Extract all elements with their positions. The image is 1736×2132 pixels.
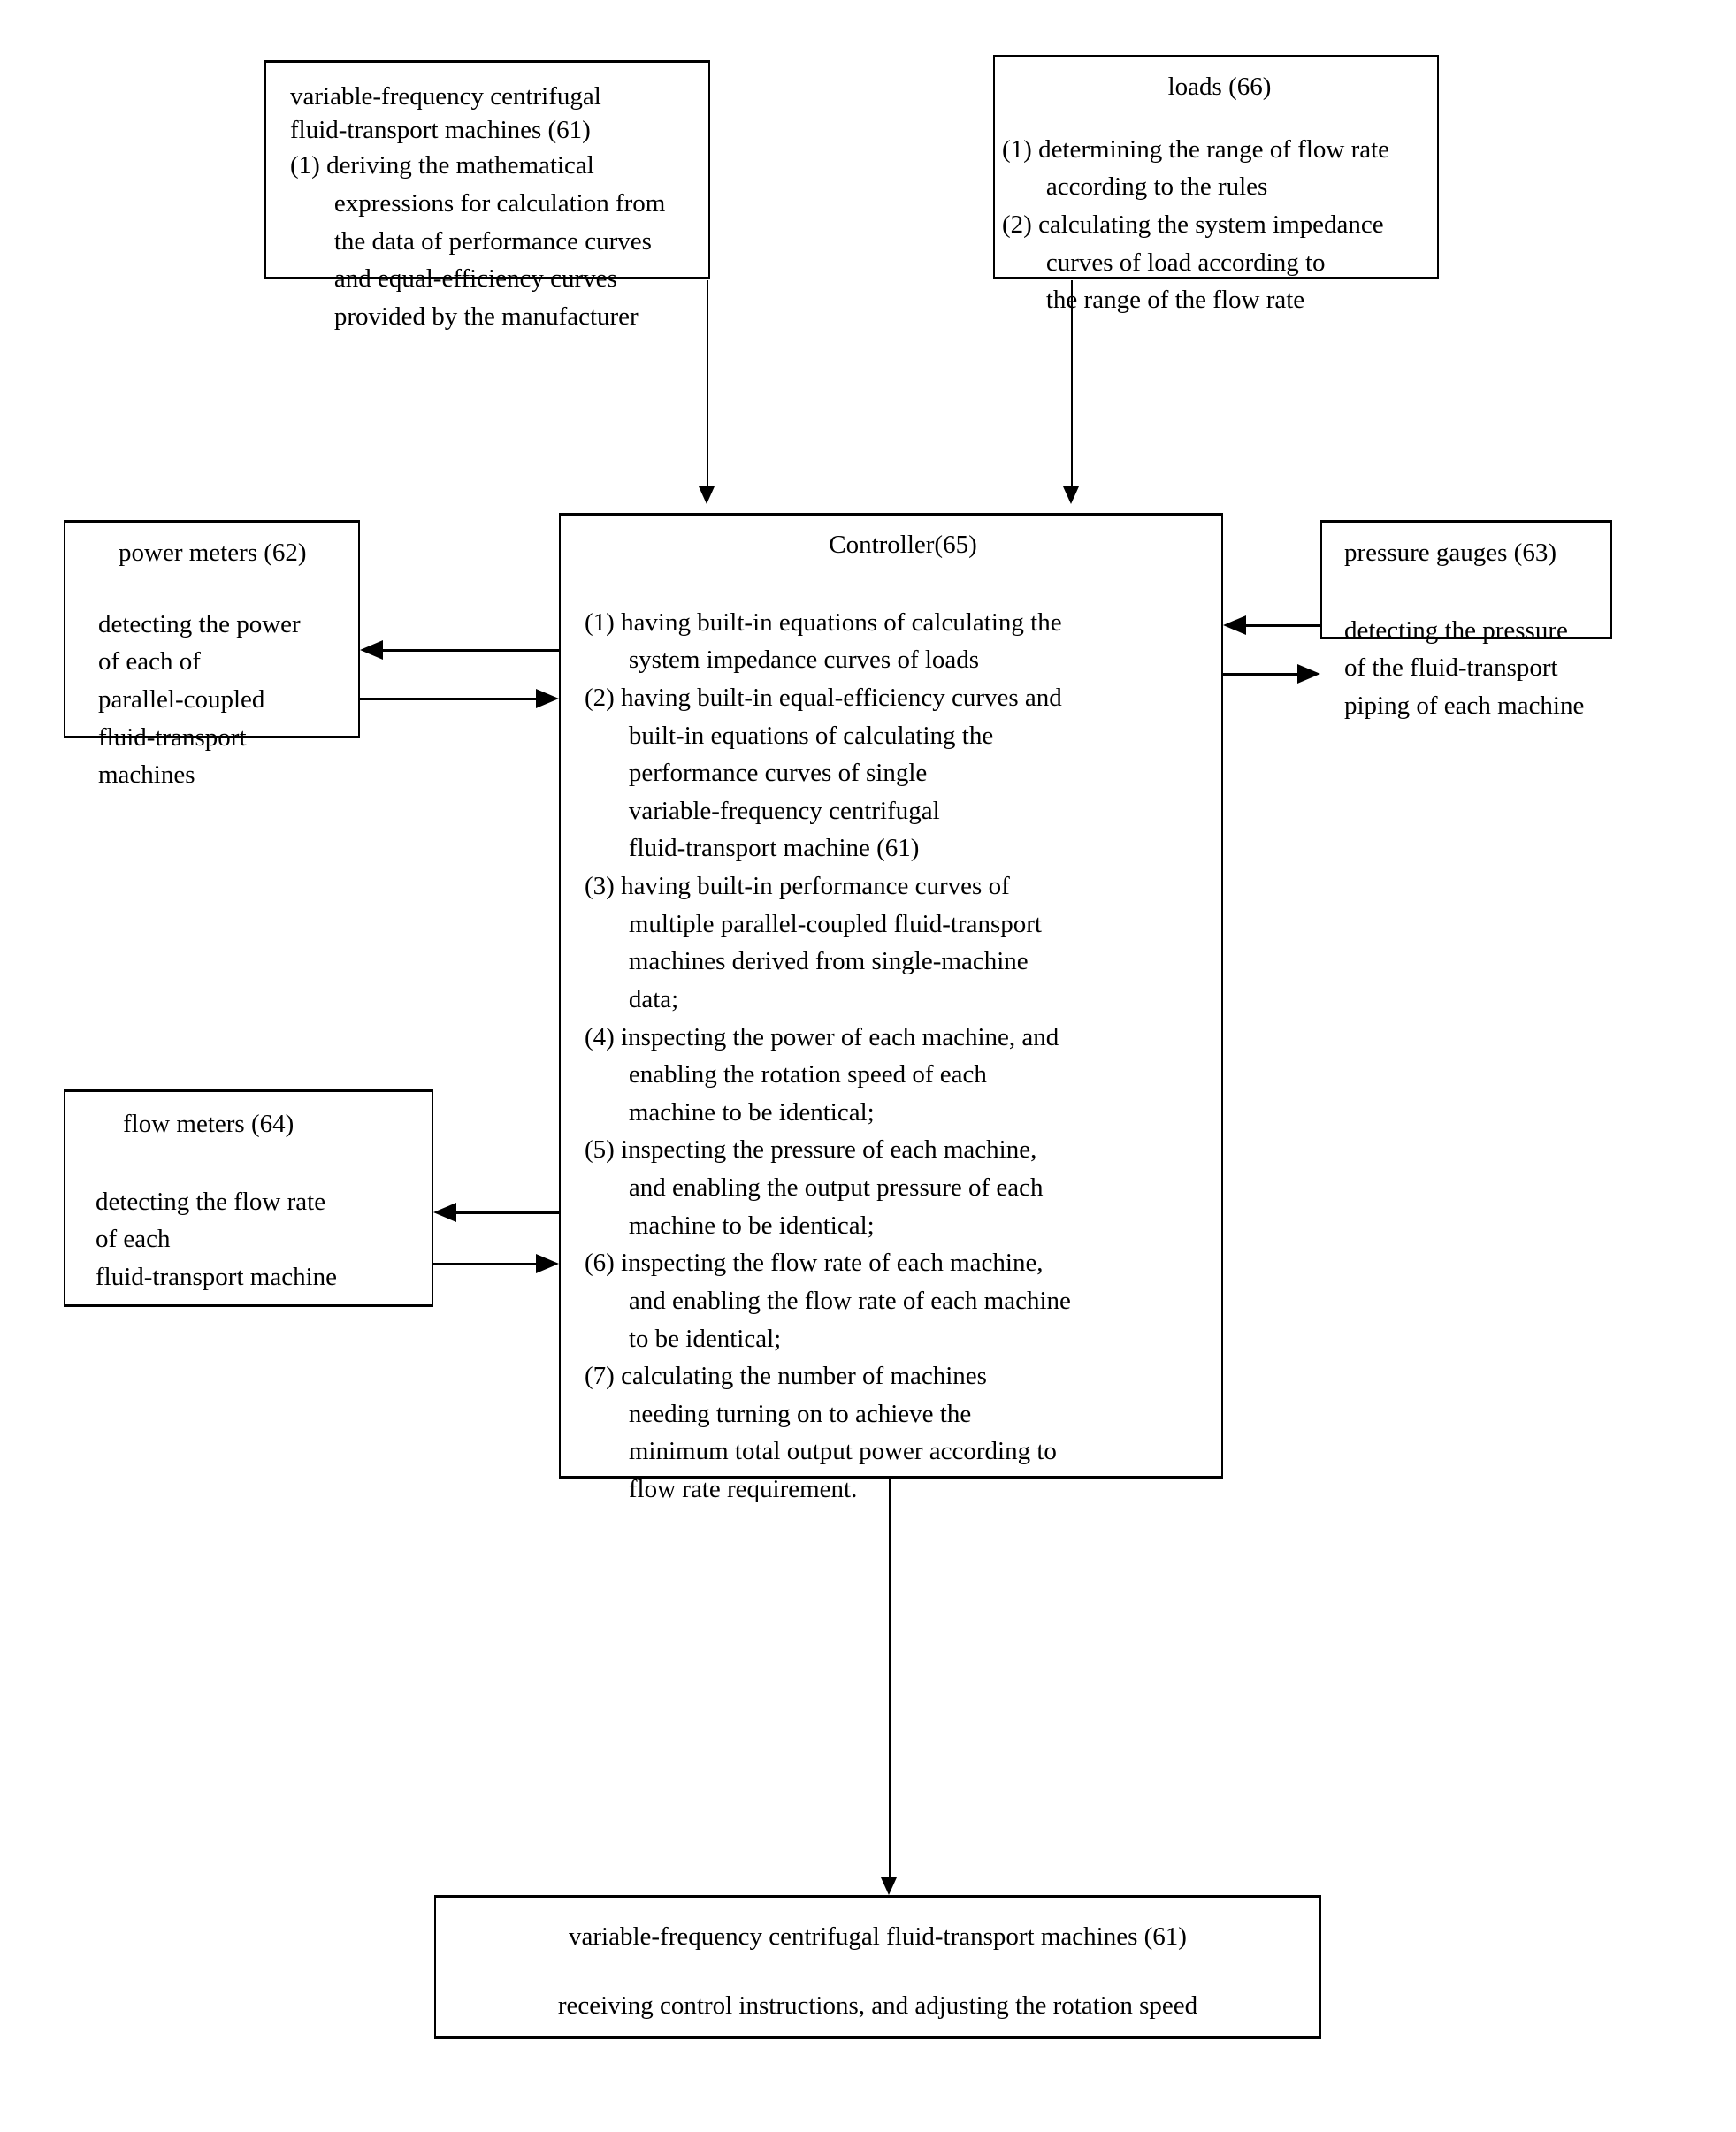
list-item: to be identical;: [628, 1324, 782, 1353]
box-item-list: (1) deriving the mathematical expression…: [290, 147, 708, 335]
list-item: machines: [98, 760, 195, 790]
list-item: the data of performance curves: [333, 226, 652, 256]
box-body: flow meters (64) detecting the flow rate…: [96, 1108, 432, 1296]
box-body: power meters (62) detecting the power of…: [98, 537, 358, 794]
box-item-list: (1) having built-in equations of calcula…: [585, 604, 1221, 1509]
list-item: expressions for calculation from: [333, 189, 666, 218]
list-item: machines derived from single-machine: [628, 947, 1029, 976]
connector-controller-to-flow-meters-arrowhead: [433, 1203, 456, 1222]
list-item: fluid-transport machine: [96, 1262, 337, 1291]
list-item: variable-frequency centrifugal: [628, 796, 940, 825]
patent-figure-canvas: variable-frequency centrifugal fluid-tra…: [0, 0, 1736, 2132]
box-loads: loads (66) (1) determining the range of …: [993, 55, 1439, 314]
list-item: performance curves of single: [628, 759, 928, 788]
list-item: (1) having built-in equations of calcula…: [585, 608, 1062, 637]
connector-controller-to-flow-meters-line: [455, 1211, 559, 1214]
list-item: and enabling the flow rate of each machi…: [628, 1286, 1071, 1315]
list-item: detecting the pressure: [1344, 615, 1568, 645]
list-item: (7) calculating the number of machines: [585, 1362, 987, 1391]
box-item-list: detecting the power of each of parallel-…: [98, 606, 358, 794]
list-item: data;: [628, 984, 679, 1013]
box-body: pressure gauges (63) detecting the press…: [1344, 537, 1610, 725]
connector-controller-to-power-meters-arrowhead: [360, 640, 383, 660]
list-item: and enabling the output pressure of each: [628, 1173, 1044, 1203]
box-title: flow meters (64): [123, 1110, 294, 1138]
list-item: minimum total output power according to: [628, 1437, 1057, 1466]
list-item: flow rate requirement.: [628, 1475, 858, 1504]
list-item: of each: [96, 1225, 171, 1254]
list-item: (2) having built-in equal-efficiency cur…: [585, 683, 1062, 712]
list-item: enabling the rotation speed of each: [628, 1060, 987, 1089]
list-item: needing turning on to achieve the: [628, 1399, 972, 1428]
list-item: system impedance curves of loads: [628, 646, 980, 675]
box-variable-frequency-machines-bottom: variable-frequency centrifugal fluid-tra…: [434, 1895, 1321, 2039]
list-item: provided by the manufacturer: [333, 302, 639, 331]
connector-controller-to-pressure-gauges-arrowhead: [1297, 664, 1320, 684]
box-item-list: (1) determining the range of flow rate a…: [1002, 131, 1437, 319]
box-title: power meters (62): [119, 539, 307, 567]
connector-controller-to-power-meters-line: [382, 649, 559, 652]
connector-machines-top-to-controller-arrowhead: [699, 486, 715, 504]
list-item: piping of each machine: [1344, 691, 1585, 720]
box-controller: Controller(65) (1) having built-in equat…: [559, 513, 1223, 1503]
box-pressure-gauges: pressure gauges (63) detecting the press…: [1320, 520, 1612, 720]
list-item: (5) inspecting the pressure of each mach…: [585, 1135, 1037, 1165]
box-body: loads (66) (1) determining the range of …: [1002, 71, 1437, 319]
list-item: parallel-coupled: [98, 684, 265, 714]
box-title-line-2: fluid-transport machines (61): [290, 115, 591, 144]
list-item: detecting the power: [98, 609, 301, 638]
list-item: (1) deriving the mathematical: [290, 151, 594, 180]
list-item: curves of load according to: [1045, 248, 1326, 277]
list-item: and equal-efficiency curves: [333, 264, 617, 294]
box-variable-frequency-machines-top: variable-frequency centrifugal fluid-tra…: [264, 60, 710, 331]
connector-controller-to-machines-bottom-line: [889, 1479, 891, 1877]
box-body: variable-frequency centrifugal fluid-tra…: [436, 1921, 1319, 2022]
connector-pressure-gauges-to-controller-line: [1246, 624, 1320, 627]
list-item: detecting the flow rate: [96, 1187, 326, 1216]
connector-flow-meters-to-controller-line: [433, 1263, 536, 1265]
box-item-list: detecting the pressure of the fluid-tran…: [1344, 612, 1610, 725]
box-title: Controller(65): [829, 531, 977, 559]
box-title: loads (66): [1167, 73, 1272, 101]
box-title-line-1: variable-frequency centrifugal: [290, 82, 601, 111]
list-item: (4) inspecting the power of each machine…: [585, 1022, 1059, 1051]
list-item: (2) calculating the system impedance: [1002, 210, 1384, 239]
connector-flow-meters-to-controller-arrowhead: [536, 1254, 559, 1273]
list-item: machine to be identical;: [628, 1211, 875, 1240]
list-item: fluid-transport machine (61): [628, 834, 920, 863]
box-title: pressure gauges (63): [1344, 539, 1556, 567]
list-item: machine to be identical;: [628, 1097, 875, 1127]
connector-power-meters-to-controller-line: [360, 698, 536, 700]
box-subtitle: receiving control instructions, and adju…: [557, 1991, 1198, 2020]
list-item: built-in equations of calculating the: [628, 721, 994, 750]
connector-controller-to-machines-bottom-arrowhead: [881, 1877, 897, 1895]
list-item: (6) inspecting the flow rate of each mac…: [585, 1249, 1044, 1278]
connector-pressure-gauges-to-controller-arrowhead: [1223, 615, 1246, 635]
box-body: Controller(65) (1) having built-in equat…: [585, 529, 1221, 1509]
list-item: according to the rules: [1045, 172, 1268, 202]
connector-controller-to-pressure-gauges-line: [1223, 673, 1297, 676]
box-body: variable-frequency centrifugal fluid-tra…: [290, 80, 708, 336]
list-item: (3) having built-in performance curves o…: [585, 872, 1010, 901]
connector-power-meters-to-controller-arrowhead: [536, 689, 559, 708]
list-item: fluid-transport: [98, 722, 247, 752]
box-item-list: detecting the flow rate of each fluid-tr…: [96, 1183, 432, 1296]
connector-loads-to-controller-arrowhead: [1063, 486, 1079, 504]
list-item: of the fluid-transport: [1344, 653, 1558, 683]
list-item: the range of the flow rate: [1045, 286, 1305, 315]
list-item: (1) determining the range of flow rate: [1002, 134, 1390, 164]
box-power-meters: power meters (62) detecting the power of…: [64, 520, 360, 789]
box-flow-meters: flow meters (64) detecting the flow rate…: [64, 1089, 433, 1307]
box-title: variable-frequency centrifugal fluid-tra…: [569, 1922, 1187, 1951]
list-item: multiple parallel-coupled fluid-transpor…: [628, 909, 1042, 938]
list-item: of each of: [98, 647, 201, 676]
